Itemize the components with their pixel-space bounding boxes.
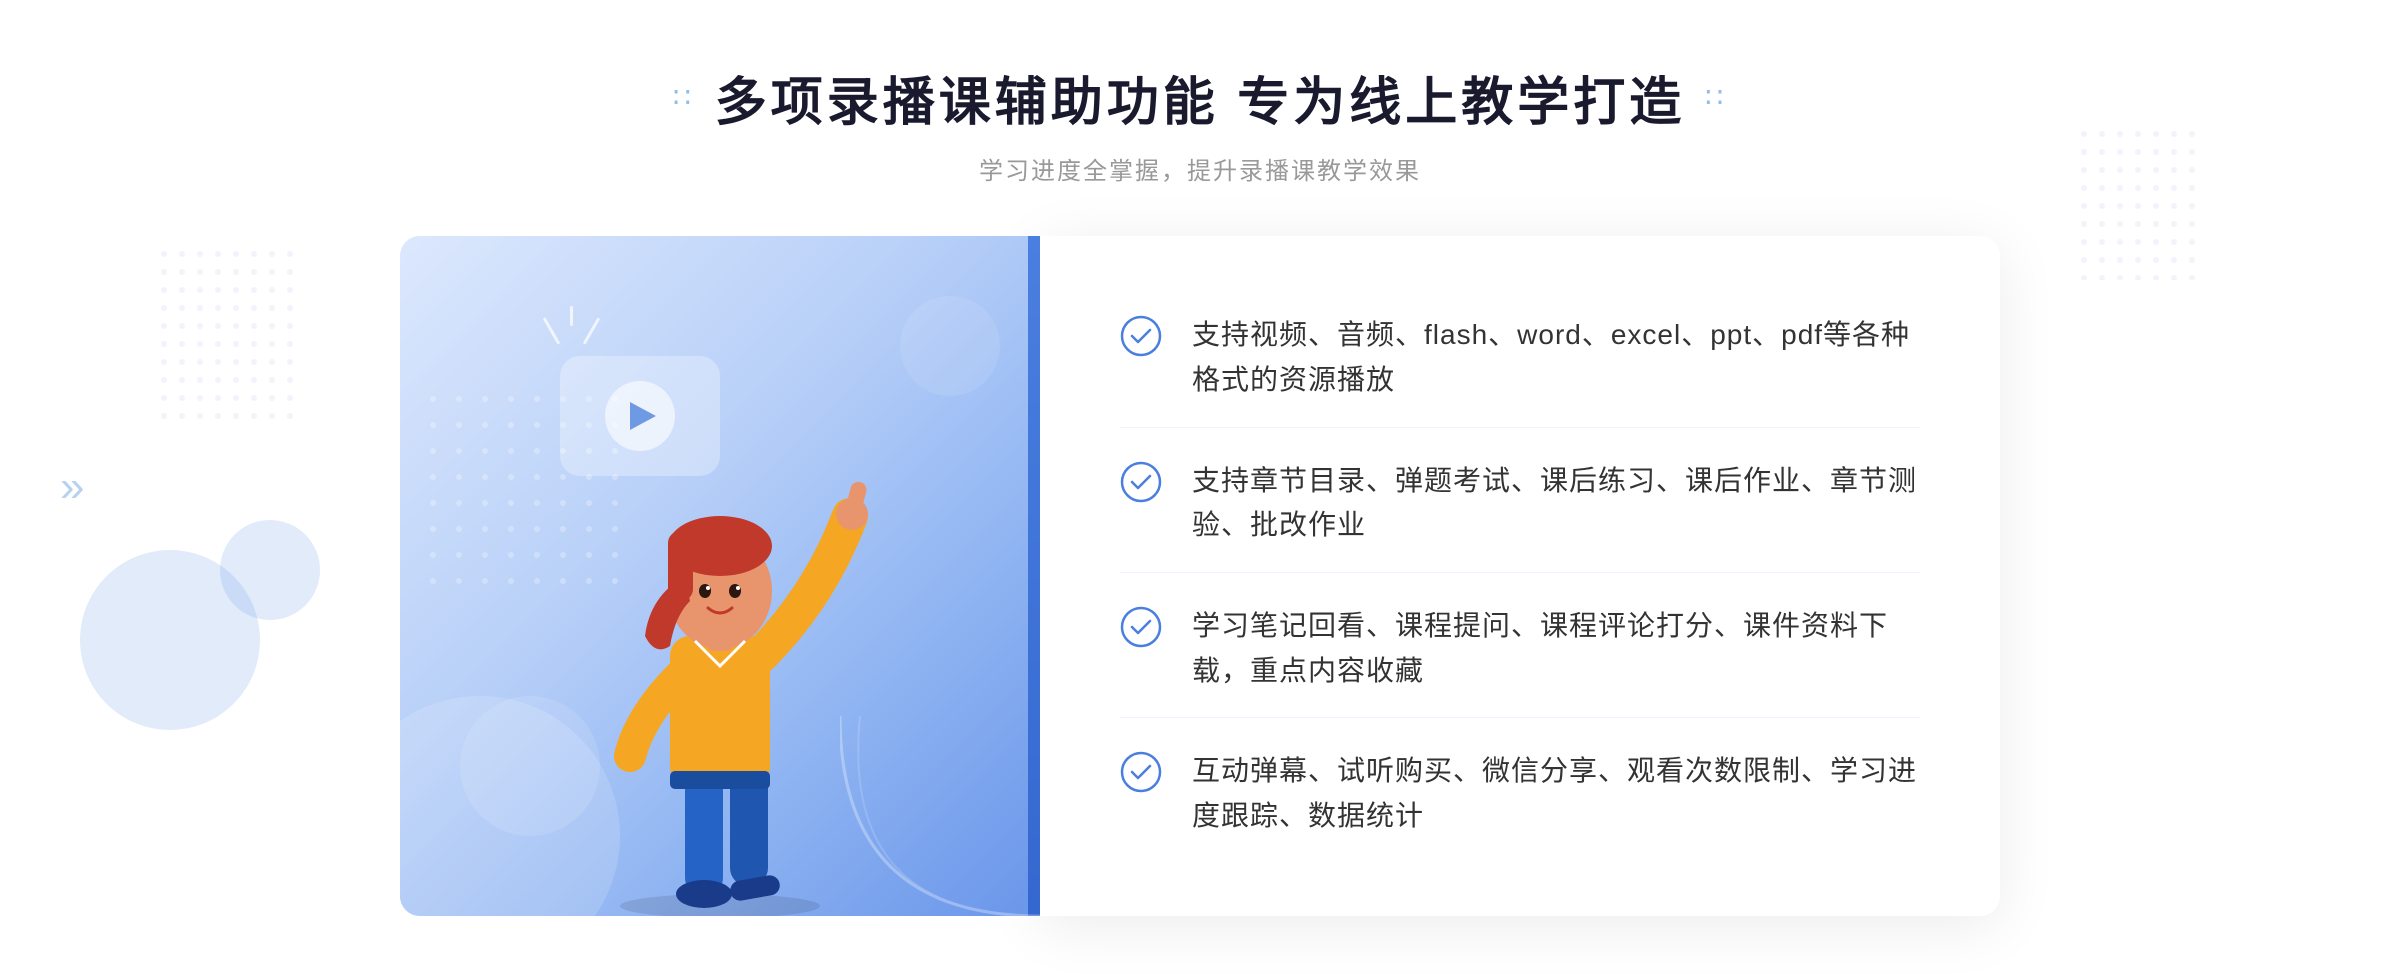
bg-dot-pattern-right	[2080, 130, 2200, 280]
left-arrow-decoration: »	[60, 462, 84, 512]
header-decorators: ∷ 多项录播课辅助功能 专为线上教学打造 ∷	[673, 60, 1727, 135]
check-icon-4	[1120, 751, 1162, 793]
feature-text-3: 学习笔记回看、课程提问、课程评论打分、课件资料下载，重点内容收藏	[1192, 604, 1920, 694]
bg-dot-pattern-left	[160, 250, 300, 430]
features-panel: 支持视频、音频、flash、word、excel、ppt、pdf等各种格式的资源…	[1040, 236, 2000, 916]
check-icon-3	[1120, 606, 1162, 648]
ray-1	[543, 317, 561, 344]
feature-text-1: 支持视频、音频、flash、word、excel、ppt、pdf等各种格式的资源…	[1192, 313, 1920, 403]
feature-text-2: 支持章节目录、弹题考试、课后练习、课后作业、章节测验、批改作业	[1192, 459, 1920, 549]
check-icon-2	[1120, 461, 1162, 503]
ray-2	[570, 306, 573, 326]
ray-3	[583, 317, 601, 344]
page-wrapper: » ∷ 多项录播课辅助功能 专为线上教学打造 ∷ 学习进度全掌握，提升录播课教学…	[0, 0, 2400, 974]
header-section: ∷ 多项录播课辅助功能 专为线上教学打造 ∷ 学习进度全掌握，提升录播课教学效果	[673, 60, 1727, 186]
deco-circle-top	[900, 296, 1000, 396]
left-decorator: ∷	[673, 81, 695, 114]
feature-text-4: 互动弹幕、试听购买、微信分享、观看次数限制、学习进度跟踪、数据统计	[1192, 749, 1920, 839]
content-area: // Create 64 dots for(let i = 0; i < 64;…	[400, 236, 2000, 916]
sub-title: 学习进度全掌握，提升录播课教学效果	[673, 151, 1727, 186]
check-icon-1	[1120, 315, 1162, 357]
main-title: 多项录播课辅助功能 专为线上教学打造	[715, 60, 1685, 135]
feature-item-3: 学习笔记回看、课程提问、课程评论打分、课件资料下载，重点内容收藏	[1120, 580, 1920, 719]
right-decorator: ∷	[1705, 81, 1727, 114]
feature-item-4: 互动弹幕、试听购买、微信分享、观看次数限制、学习进度跟踪、数据统计	[1120, 725, 1920, 863]
feature-item-2: 支持章节目录、弹题考试、课后练习、课后作业、章节测验、批改作业	[1120, 435, 1920, 574]
deco-arc	[840, 716, 1040, 916]
feature-item-1: 支持视频、音频、flash、word、excel、ppt、pdf等各种格式的资源…	[1120, 289, 1920, 428]
deco-circle-bg-2	[220, 520, 320, 620]
illustration-card: // Create 64 dots for(let i = 0; i < 64;…	[400, 236, 1040, 916]
